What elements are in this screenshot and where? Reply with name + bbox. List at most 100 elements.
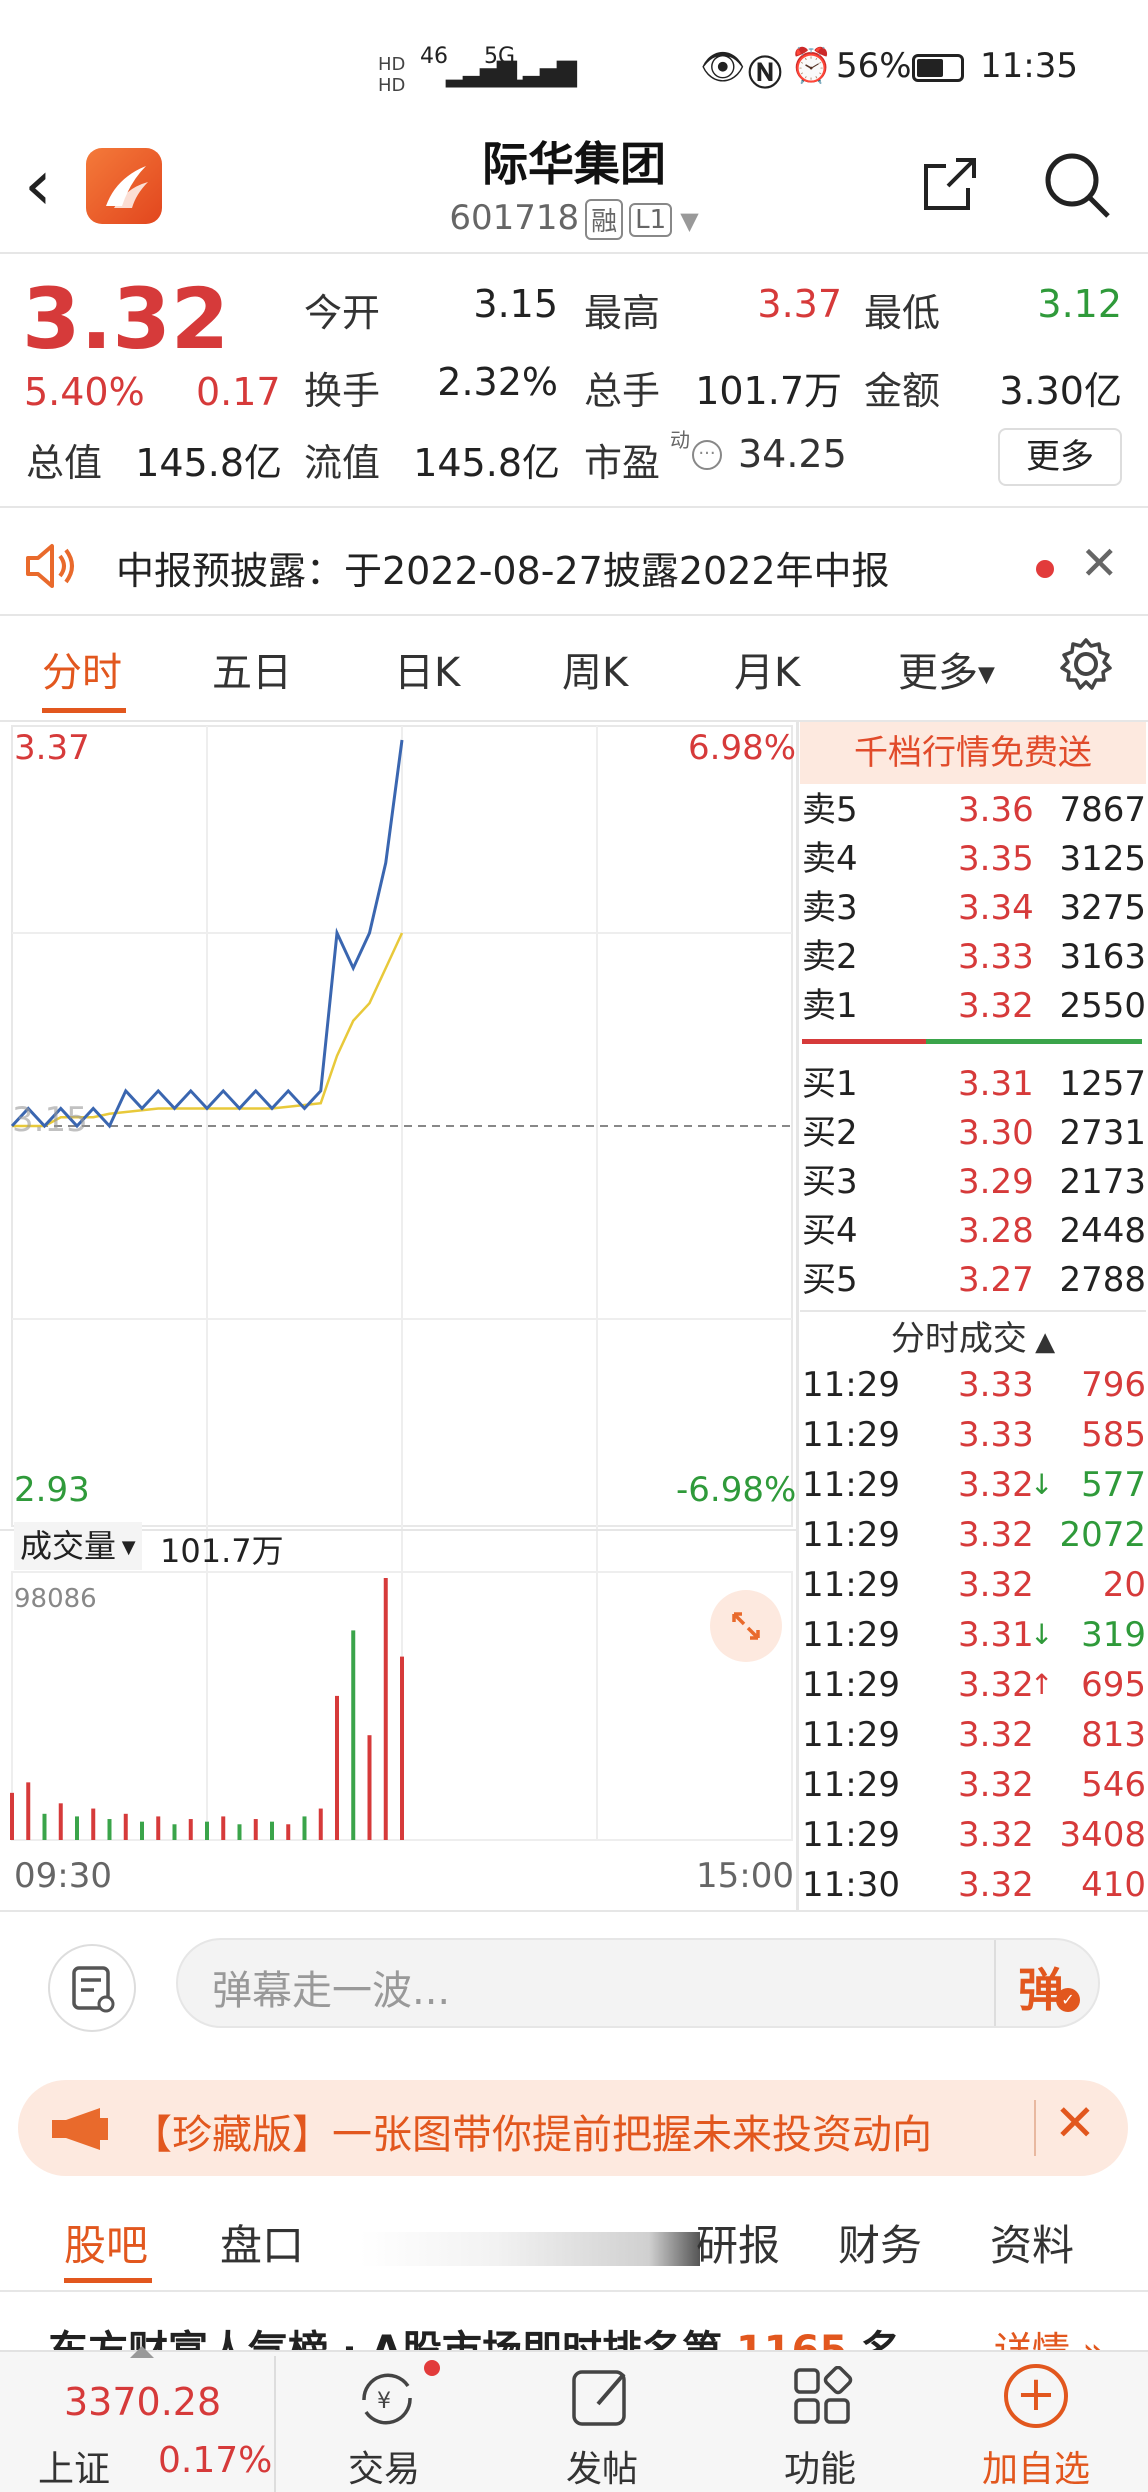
trade-price: 3.32 bbox=[958, 1665, 1034, 1705]
index-value[interactable]: 3370.28 bbox=[64, 2380, 221, 2424]
y-axis-low: 2.93 bbox=[14, 1470, 90, 1510]
current-price: 3.32 bbox=[22, 270, 230, 368]
notice-text: 中报预披露：于2022-08-27披露2022年中报 bbox=[116, 549, 890, 593]
clock: 11:35 bbox=[980, 46, 1078, 86]
chevron-down-icon[interactable]: ▼ bbox=[680, 207, 698, 235]
order-book-row[interactable]: 买4 3.28 2448 bbox=[802, 1207, 1146, 1256]
tab-intraday[interactable]: 分时 bbox=[42, 640, 122, 698]
tab-weekly-k[interactable]: 周K bbox=[562, 640, 628, 698]
volume-bar bbox=[156, 1816, 161, 1840]
level-label: 买1 bbox=[802, 1064, 858, 1104]
close-banner-icon[interactable]: ✕ bbox=[1054, 2094, 1096, 2152]
quote-label: 最低 bbox=[864, 291, 941, 335]
quote-value: 3.15 bbox=[473, 282, 558, 326]
trade-time: 11:29 bbox=[802, 1715, 900, 1755]
intraday-chart[interactable] bbox=[0, 722, 796, 1912]
tab-monthly-k[interactable]: 月K bbox=[734, 640, 800, 698]
volume-bar bbox=[188, 1819, 193, 1840]
quote-value: 2.32% bbox=[437, 360, 558, 404]
volume-bar bbox=[205, 1821, 209, 1840]
pe-superscript: 动 bbox=[670, 428, 690, 452]
volume-bar bbox=[172, 1824, 177, 1840]
danmu-input[interactable]: 弹幕走一波... 弹 ✓ bbox=[176, 1938, 1100, 2028]
pe-info-icon[interactable]: ··· bbox=[692, 440, 722, 470]
trade-price: 3.32 bbox=[958, 1565, 1034, 1605]
level-label: 卖3 bbox=[802, 888, 858, 928]
trade-row: 11:29 3.32 ↑ 695 bbox=[802, 1660, 1146, 1710]
volume-bar bbox=[123, 1813, 128, 1840]
volume-value: 101.7万 bbox=[160, 1532, 284, 1570]
change-amount: 0.17 bbox=[196, 370, 281, 414]
scroll-fade bbox=[360, 2232, 700, 2266]
nav-divider bbox=[274, 2356, 276, 2492]
subtab-guba[interactable]: 股吧 bbox=[64, 2212, 148, 2273]
order-book-row[interactable]: 买2 3.30 2731 bbox=[802, 1109, 1146, 1158]
danmu-settings-icon[interactable] bbox=[48, 1944, 136, 2032]
tab-daily-k[interactable]: 日K bbox=[394, 640, 460, 698]
trade-row: 11:29 3.31 ↓ 319 bbox=[802, 1610, 1146, 1660]
tab-more[interactable]: 更多▼ bbox=[898, 640, 995, 698]
trade-time: 11:29 bbox=[802, 1565, 900, 1605]
svg-text:¥: ¥ bbox=[377, 2389, 391, 2414]
quote-value: 3.12 bbox=[1037, 282, 1122, 326]
search-icon[interactable] bbox=[1040, 148, 1114, 226]
trade-volume: 410 bbox=[1081, 1865, 1146, 1905]
notice-bar[interactable]: 中报预披露：于2022-08-27披露2022年中报 ✕ bbox=[0, 512, 1148, 612]
order-book-row[interactable]: 卖4 3.35 3125 bbox=[802, 835, 1146, 884]
level-label: 买4 bbox=[802, 1211, 858, 1251]
alarm-icon: ⏰ bbox=[790, 46, 833, 86]
volume-label: 成交量 bbox=[20, 1527, 117, 1565]
subtab-pankou[interactable]: 盘口 bbox=[220, 2212, 304, 2273]
trade-price: 3.32 bbox=[958, 1515, 1034, 1555]
volume-bar bbox=[351, 1630, 356, 1840]
order-book-row[interactable]: 买5 3.27 2788 bbox=[802, 1256, 1146, 1305]
level-volume: 3125 bbox=[1059, 839, 1146, 879]
check-icon: ✓ bbox=[1056, 1988, 1080, 2012]
promo-banner[interactable]: 【珍藏版】一张图带你提前把握未来投资动向 ✕ bbox=[18, 2080, 1128, 2176]
trade-volume: 585 bbox=[1081, 1415, 1146, 1455]
trade-row: 11:29 3.32 813 bbox=[802, 1710, 1146, 1760]
order-book-row[interactable]: 卖3 3.34 3275 bbox=[802, 884, 1146, 933]
expand-arrow-icon[interactable] bbox=[130, 2346, 154, 2358]
trade-price: 3.32 bbox=[958, 1715, 1034, 1755]
battery-label: 56% bbox=[836, 46, 912, 86]
trade-volume: 3408 bbox=[1059, 1815, 1146, 1855]
nav-trade[interactable]: 交易 bbox=[284, 2440, 484, 2492]
trade-direction-icon: ↑ bbox=[1030, 1668, 1054, 1701]
danmu-placeholder: 弹幕走一波... bbox=[212, 1968, 451, 2014]
order-book-row[interactable]: 买1 3.31 1257 bbox=[802, 1060, 1146, 1109]
close-notice-icon[interactable]: ✕ bbox=[1080, 536, 1119, 590]
nav-function[interactable]: 功能 bbox=[720, 2440, 920, 2492]
expand-icon[interactable] bbox=[710, 1590, 782, 1662]
volume-selector[interactable]: 成交量 ▼ bbox=[14, 1522, 142, 1570]
more-button[interactable]: 更多 bbox=[998, 428, 1122, 486]
gear-icon[interactable] bbox=[1058, 636, 1114, 696]
nav-post[interactable]: 发帖 bbox=[502, 2440, 702, 2492]
level-volume: 2448 bbox=[1059, 1211, 1146, 1251]
order-book-row[interactable]: 卖5 3.36 7867 bbox=[802, 786, 1146, 835]
trade-volume: 2072 bbox=[1059, 1515, 1146, 1555]
subtab-finance[interactable]: 财务 bbox=[838, 2212, 922, 2273]
total-value: 145.8亿 bbox=[135, 441, 282, 485]
megaphone-icon bbox=[52, 2108, 108, 2150]
quote-label: 换手 bbox=[304, 369, 381, 413]
trade-badge bbox=[424, 2360, 440, 2376]
banner-divider bbox=[1034, 2100, 1036, 2156]
order-book-promo[interactable]: 千档行情免费送 bbox=[800, 722, 1146, 784]
volume-bar bbox=[75, 1816, 79, 1840]
order-book-row[interactable]: 买3 3.29 2173 bbox=[802, 1158, 1146, 1207]
nav-add-watchlist[interactable]: 加自选 bbox=[936, 2440, 1136, 2492]
order-book-row[interactable]: 卖1 3.32 2550 bbox=[802, 982, 1146, 1031]
trade-price: 3.32 bbox=[958, 1465, 1034, 1505]
level-price: 3.36 bbox=[958, 790, 1034, 830]
subtab-profile[interactable]: 资料 bbox=[990, 2212, 1074, 2273]
order-book-row[interactable]: 卖2 3.33 3163 bbox=[802, 933, 1146, 982]
subtab-research[interactable]: 研报 bbox=[696, 2212, 780, 2273]
danmu-send-button[interactable]: 弹 bbox=[1018, 1954, 1064, 2020]
volume-bar bbox=[286, 1824, 291, 1840]
add-watchlist-icon: + bbox=[1004, 2364, 1068, 2428]
tab-five-day[interactable]: 五日 bbox=[212, 640, 292, 698]
volume-bar bbox=[383, 1578, 388, 1840]
trade-price: 3.32 bbox=[958, 1765, 1034, 1805]
share-icon[interactable] bbox=[918, 152, 982, 220]
